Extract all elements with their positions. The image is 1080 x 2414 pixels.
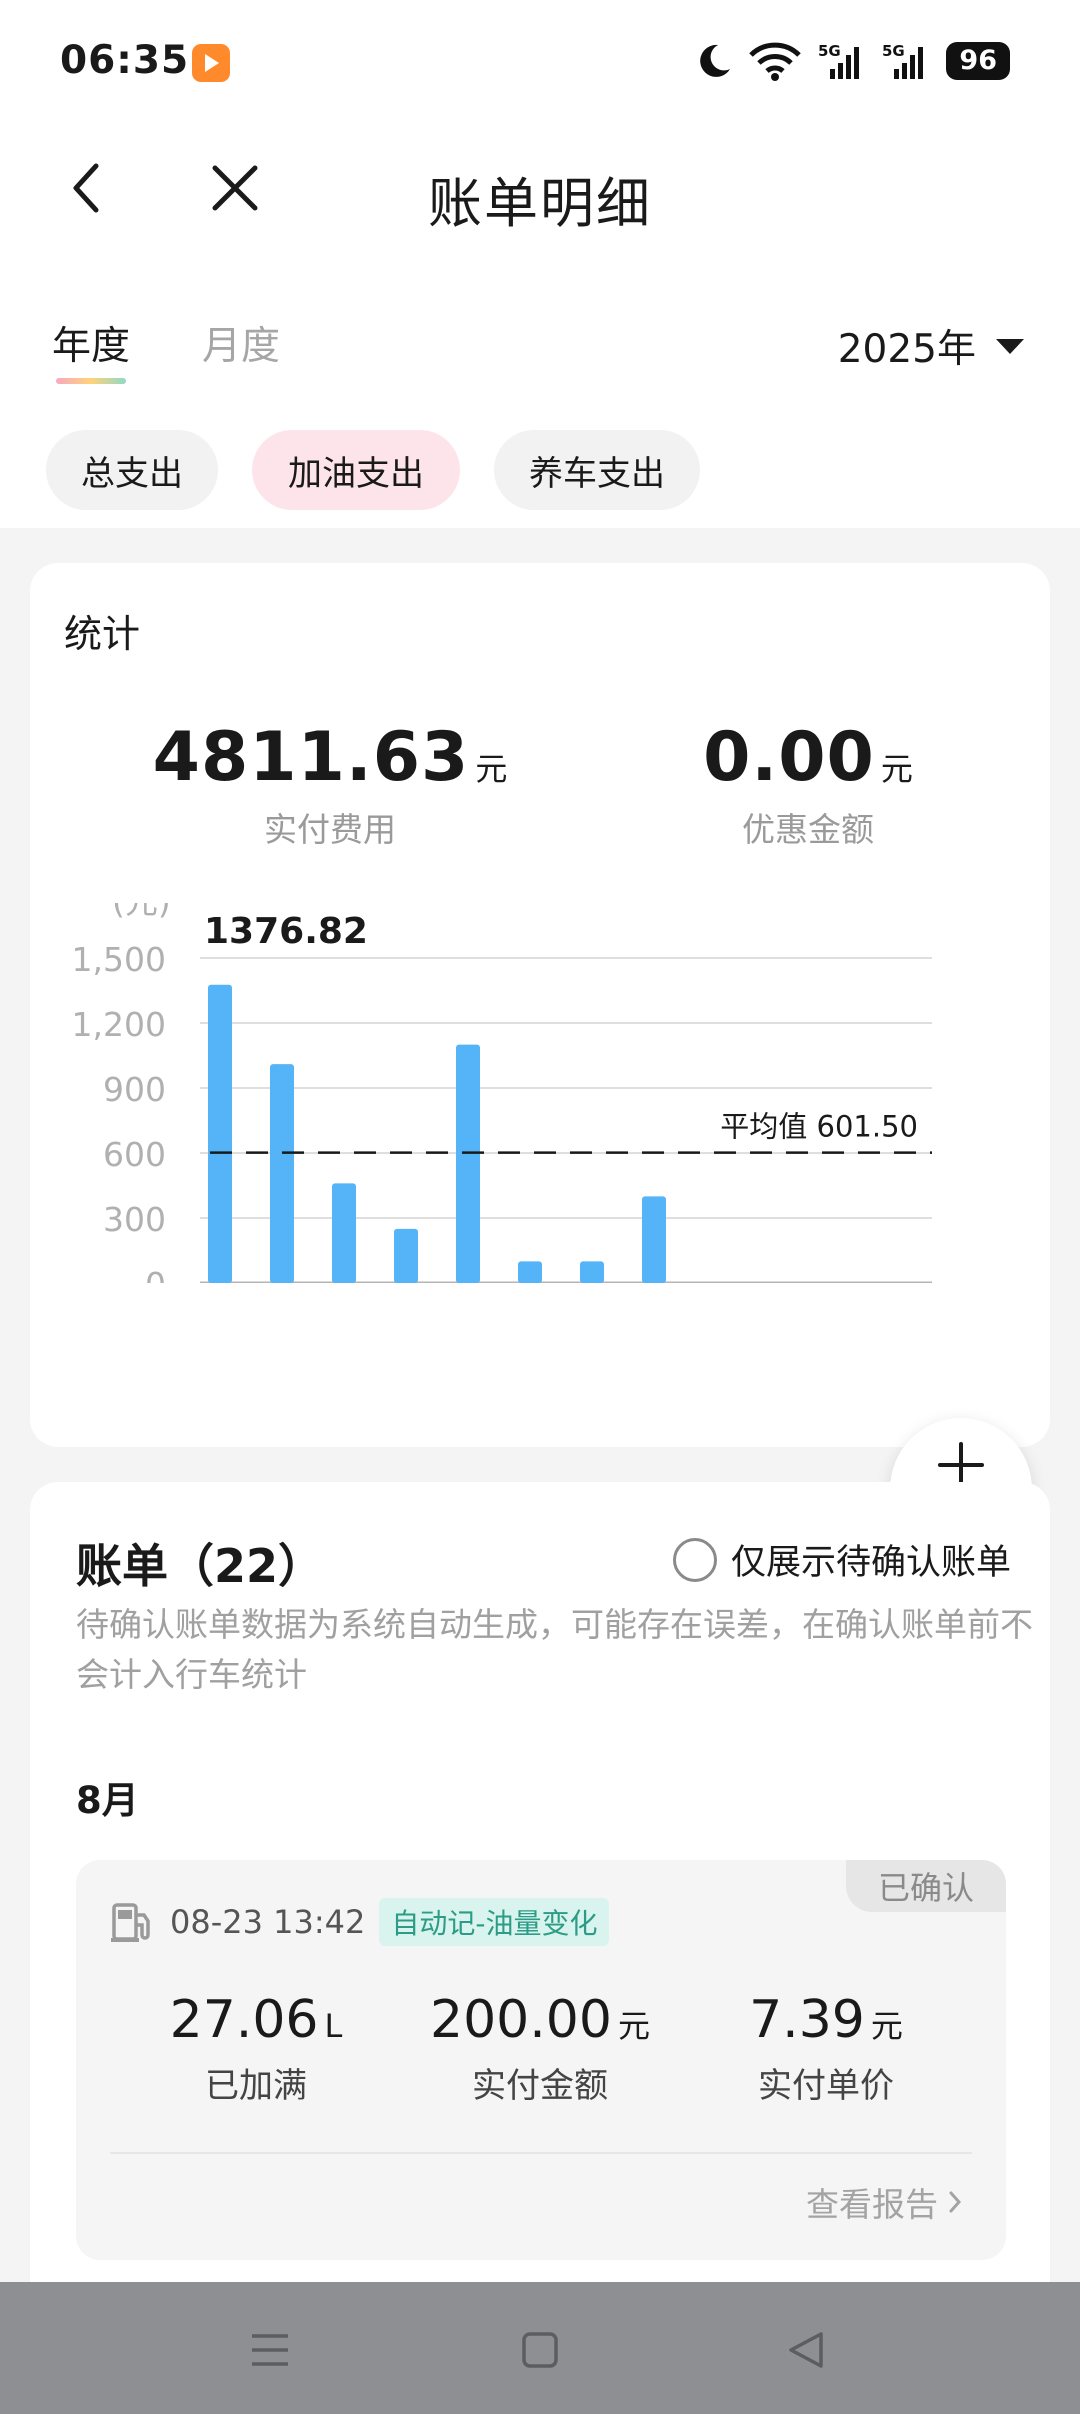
- bill-record[interactable]: 已确认 08-23 13:42 自动记-油量变化 27.06 L 已加满 200.…: [76, 1860, 1006, 2260]
- liters-label: 已加满: [205, 2066, 307, 2106]
- status-bar: 06:35 5G 5G 96: [0, 0, 1080, 125]
- menu-nav-button[interactable]: [230, 2310, 310, 2390]
- year-picker[interactable]: 2025年: [838, 318, 1024, 374]
- signal-5g-icon-2: 5G: [882, 42, 924, 79]
- caret-down-icon: [996, 338, 1024, 354]
- stats-title: 统计: [64, 612, 141, 656]
- stat-discount: 0.00 元 优惠金额: [608, 718, 1008, 851]
- y-unit-label: (元): [112, 903, 171, 921]
- bar-month-8: [642, 1196, 666, 1283]
- fuel-pump-icon: [111, 1903, 150, 1942]
- average-label: 平均值 601.50: [720, 1110, 918, 1144]
- record-header: 08-23 13:42 自动记-油量变化: [110, 1898, 610, 1946]
- metric-unit-price: 7.39 元 实付单价: [676, 1990, 976, 2107]
- record-source-tag: 自动记-油量变化: [379, 1898, 610, 1946]
- monthly-bar-chart: 03006009001,2001,500(元)123456789101112(月…: [72, 903, 932, 1283]
- page-title: 账单明细: [428, 172, 652, 235]
- max-value-label: 1376.82: [204, 911, 368, 952]
- bills-card: 账单（22） 仅展示待确认账单 待确认账单数据为系统自动生成，可能存在误差，在确…: [30, 1482, 1050, 2414]
- y-tick-label: 900: [103, 1070, 166, 1109]
- view-report-link[interactable]: 查看报告: [806, 2178, 962, 2226]
- bar-month-1: [208, 984, 232, 1283]
- bar-month-4: [394, 1228, 418, 1283]
- bills-note: 待确认账单数据为系统自动生成，可能存在误差，在确认账单前不会计入行车统计: [76, 1605, 1033, 1694]
- tab-month[interactable]: 月度: [202, 315, 280, 371]
- pending-filter-label: 仅展示待确认账单: [731, 1543, 1012, 1583]
- stat-discount-unit: 元: [880, 750, 913, 788]
- moon-icon: [700, 44, 731, 77]
- signal-5g-icon: 5G: [818, 42, 860, 79]
- pending-filter-toggle[interactable]: 仅展示待确认账单: [673, 1534, 1011, 1585]
- price-value: 7.39: [749, 1990, 865, 2050]
- back-nav-button[interactable]: [766, 2310, 846, 2390]
- svg-text:5G: 5G: [818, 42, 841, 60]
- stat-discount-label: 优惠金额: [742, 810, 874, 849]
- stat-paid: 4811.63 元 实付费用: [130, 718, 530, 851]
- chip-fuel-expense[interactable]: 加油支出: [252, 430, 460, 510]
- price-label: 实付单价: [758, 2066, 894, 2106]
- year-picker-value: 2025年: [837, 327, 976, 372]
- bar-month-2: [270, 1064, 294, 1283]
- liters-value: 27.06: [169, 1990, 319, 2050]
- record-time: 08-23 13:42: [170, 1903, 366, 1941]
- tab-year[interactable]: 年度: [52, 315, 130, 371]
- y-tick-label: 1,200: [72, 1005, 166, 1044]
- view-report-label: 查看报告: [806, 2185, 938, 2224]
- bar-month-3: [332, 1183, 356, 1283]
- stat-paid-label: 实付费用: [264, 810, 396, 849]
- battery-level: 96: [946, 42, 1010, 80]
- stats-card: 统计 4811.63元 实付费用 0.00元 优惠金额 03006009001,…: [30, 563, 1050, 1447]
- metric-amount: 200.00 元 实付金额: [390, 1990, 690, 2107]
- home-square-icon: [522, 2332, 558, 2368]
- record-divider: [110, 2152, 972, 2154]
- amount-unit: 元: [617, 2007, 650, 2045]
- price-unit: 元: [870, 2007, 903, 2045]
- status-icons: 5G 5G 96: [696, 38, 1010, 84]
- menu-icon: [252, 2334, 288, 2366]
- video-app-icon: [192, 44, 230, 82]
- month-group-label: 8月: [76, 1779, 139, 1822]
- stat-discount-value: 0.00: [703, 718, 875, 797]
- radio-icon[interactable]: [673, 1537, 717, 1582]
- y-tick-label: 0: [145, 1265, 166, 1283]
- amount-label: 实付金额: [472, 2066, 608, 2106]
- system-nav-bar: [0, 2282, 1080, 2414]
- wifi-icon: [749, 42, 802, 81]
- header: 账单明细: [0, 125, 1080, 250]
- bills-title: 账单（22）: [76, 1539, 325, 1593]
- amount-value: 200.00: [430, 1990, 612, 2050]
- svg-text:5G: 5G: [882, 42, 905, 60]
- chip-total-expense[interactable]: 总支出: [46, 430, 218, 510]
- bar-month-5: [456, 1044, 480, 1283]
- tab-active-indicator: [56, 378, 126, 384]
- status-badge: 已确认: [846, 1860, 1006, 1912]
- stat-paid-unit: 元: [475, 750, 508, 788]
- bar-month-7: [580, 1261, 604, 1283]
- y-tick-label: 600: [103, 1135, 166, 1174]
- stat-paid-value: 4811.63: [152, 718, 470, 797]
- home-nav-button[interactable]: [500, 2310, 580, 2390]
- triangle-back-icon: [789, 2332, 823, 2368]
- bar-month-6: [518, 1261, 542, 1283]
- chevron-right-icon: [949, 2191, 962, 2213]
- liters-unit: L: [324, 2007, 343, 2045]
- y-tick-label: 300: [103, 1200, 166, 1239]
- status-time: 06:35: [60, 38, 190, 83]
- metric-liters: 27.06 L 已加满: [106, 1990, 406, 2107]
- y-tick-label: 1,500: [72, 940, 166, 979]
- chip-car-expense[interactable]: 养车支出: [494, 430, 700, 510]
